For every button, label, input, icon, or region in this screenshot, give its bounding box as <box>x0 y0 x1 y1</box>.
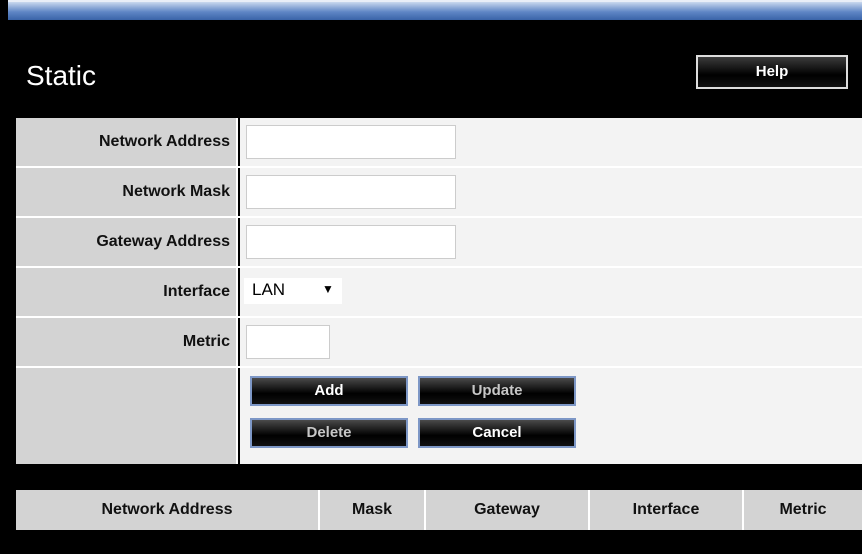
routing-table-header: Network Address Mask Gateway Interface M… <box>16 490 862 530</box>
interface-selected-value: LAN <box>252 280 286 299</box>
metric-input[interactable] <box>246 325 330 359</box>
add-button[interactable]: Add <box>250 376 408 406</box>
metric-label: Metric <box>182 333 230 350</box>
actions-row: Add Update Delete Cancel <box>16 368 862 464</box>
top-banner <box>0 0 862 38</box>
column-network-address: Network Address <box>16 490 320 530</box>
top-banner-stripe <box>8 0 862 20</box>
interface-label: Interface <box>163 283 230 300</box>
delete-button[interactable]: Delete <box>250 418 408 448</box>
gateway-address-label: Gateway Address <box>96 233 230 250</box>
network-address-input[interactable] <box>246 125 456 159</box>
static-route-form: Network Address Network Mask Gateway Add… <box>16 118 862 464</box>
help-button[interactable]: Help <box>696 55 848 89</box>
network-mask-row: Network Mask <box>16 168 862 216</box>
gateway-address-row: Gateway Address <box>16 218 862 266</box>
column-interface: Interface <box>590 490 744 530</box>
page-header: Static Help <box>8 38 862 110</box>
column-gateway: Gateway <box>426 490 590 530</box>
column-metric: Metric <box>779 501 827 518</box>
network-mask-label: Network Mask <box>122 183 230 200</box>
interface-row: Interface LAN ▼ <box>16 268 862 316</box>
metric-row: Metric <box>16 318 862 366</box>
network-mask-input[interactable] <box>246 175 456 209</box>
network-address-row: Network Address <box>16 118 862 166</box>
dropdown-arrow-icon: ▼ <box>322 282 334 296</box>
network-address-label: Network Address <box>99 133 230 150</box>
page-title: Static <box>26 60 97 91</box>
interface-select[interactable]: LAN ▼ <box>244 278 342 304</box>
column-mask: Mask <box>320 490 426 530</box>
cancel-button[interactable]: Cancel <box>418 418 576 448</box>
gateway-address-input[interactable] <box>246 225 456 259</box>
update-button[interactable]: Update <box>418 376 576 406</box>
